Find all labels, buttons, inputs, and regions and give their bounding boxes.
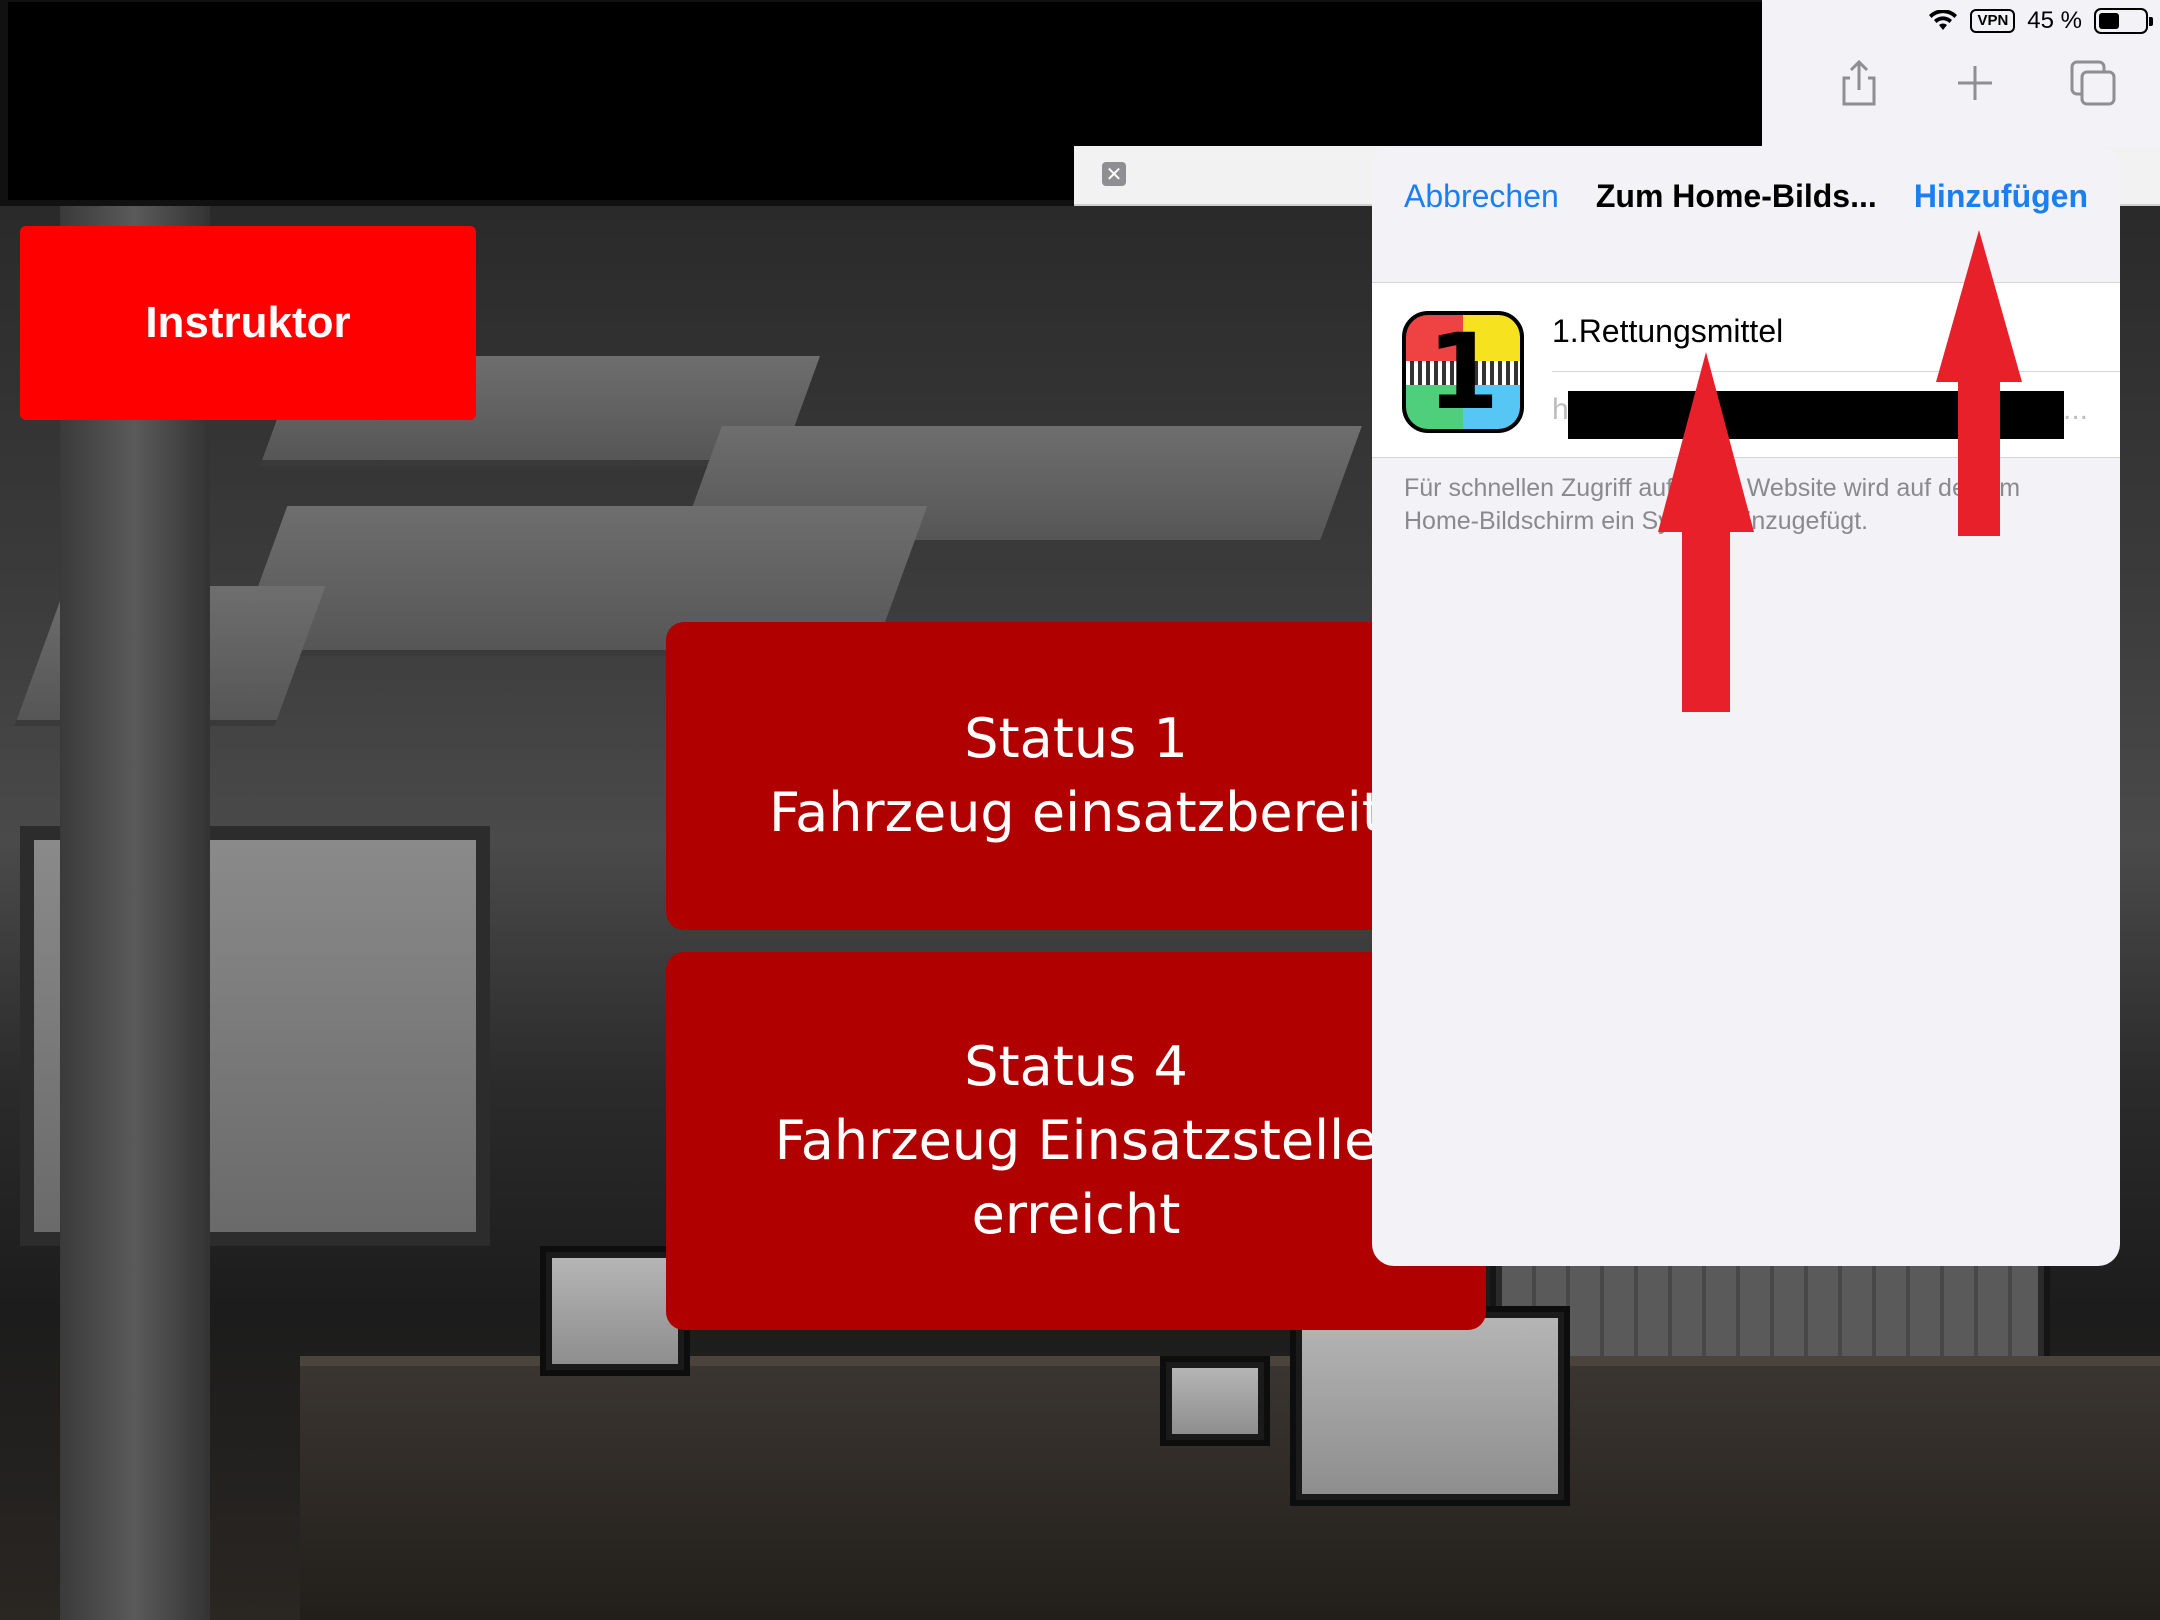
status-4-description-cont: erreicht xyxy=(971,1183,1181,1246)
app-url-ellipsis: ... xyxy=(2062,393,2088,426)
cancel-button[interactable]: Abbrechen xyxy=(1404,178,1559,215)
annotation-arrow-up xyxy=(1658,352,1754,712)
instruktor-label: Instruktor xyxy=(145,298,351,347)
status-1-title: Status 1 xyxy=(964,707,1188,770)
monitor xyxy=(1160,1356,1270,1446)
status-bar: VPN 45 % xyxy=(1928,6,2153,36)
app-icon-number: 1 xyxy=(1426,311,1500,433)
add-button[interactable]: Hinzufügen xyxy=(1914,178,2088,215)
battery-percentage: 45 % xyxy=(2027,7,2082,34)
wifi-icon xyxy=(1929,10,1958,30)
tab-close-button[interactable]: ✕ xyxy=(1102,162,1126,186)
share-icon[interactable] xyxy=(1834,58,1884,108)
popover-title: Zum Home-Bilds... xyxy=(1595,177,1877,214)
status-4-title: Status 4 xyxy=(964,1035,1188,1098)
app-url-prefix: h xyxy=(1552,393,1569,426)
status-4-button[interactable]: Status 4 Fahrzeug Einsatzstelle erreicht xyxy=(666,952,1486,1330)
status-1-description: Fahrzeug einsatzbereit xyxy=(769,781,1383,844)
app-icon: 1 xyxy=(1402,311,1524,433)
tabs-overview-icon[interactable] xyxy=(2068,58,2118,108)
divider xyxy=(1552,371,2120,372)
instruktor-button[interactable]: Instruktor xyxy=(20,226,476,420)
redacted-region xyxy=(8,146,1074,200)
status-1-button[interactable]: Status 1 Fahrzeug einsatzbereit xyxy=(666,622,1486,930)
app-name-field[interactable]: 1.Rettungsmittel xyxy=(1552,313,1783,350)
status-4-description: Fahrzeug Einsatzstelle xyxy=(774,1109,1378,1172)
redacted-region xyxy=(8,2,1762,146)
monitor xyxy=(1290,1306,1570,1506)
battery-icon xyxy=(2094,8,2153,34)
plus-icon[interactable] xyxy=(1950,58,2000,108)
annotation-arrow-up xyxy=(1936,230,2022,536)
vpn-badge: VPN xyxy=(1970,9,2016,33)
